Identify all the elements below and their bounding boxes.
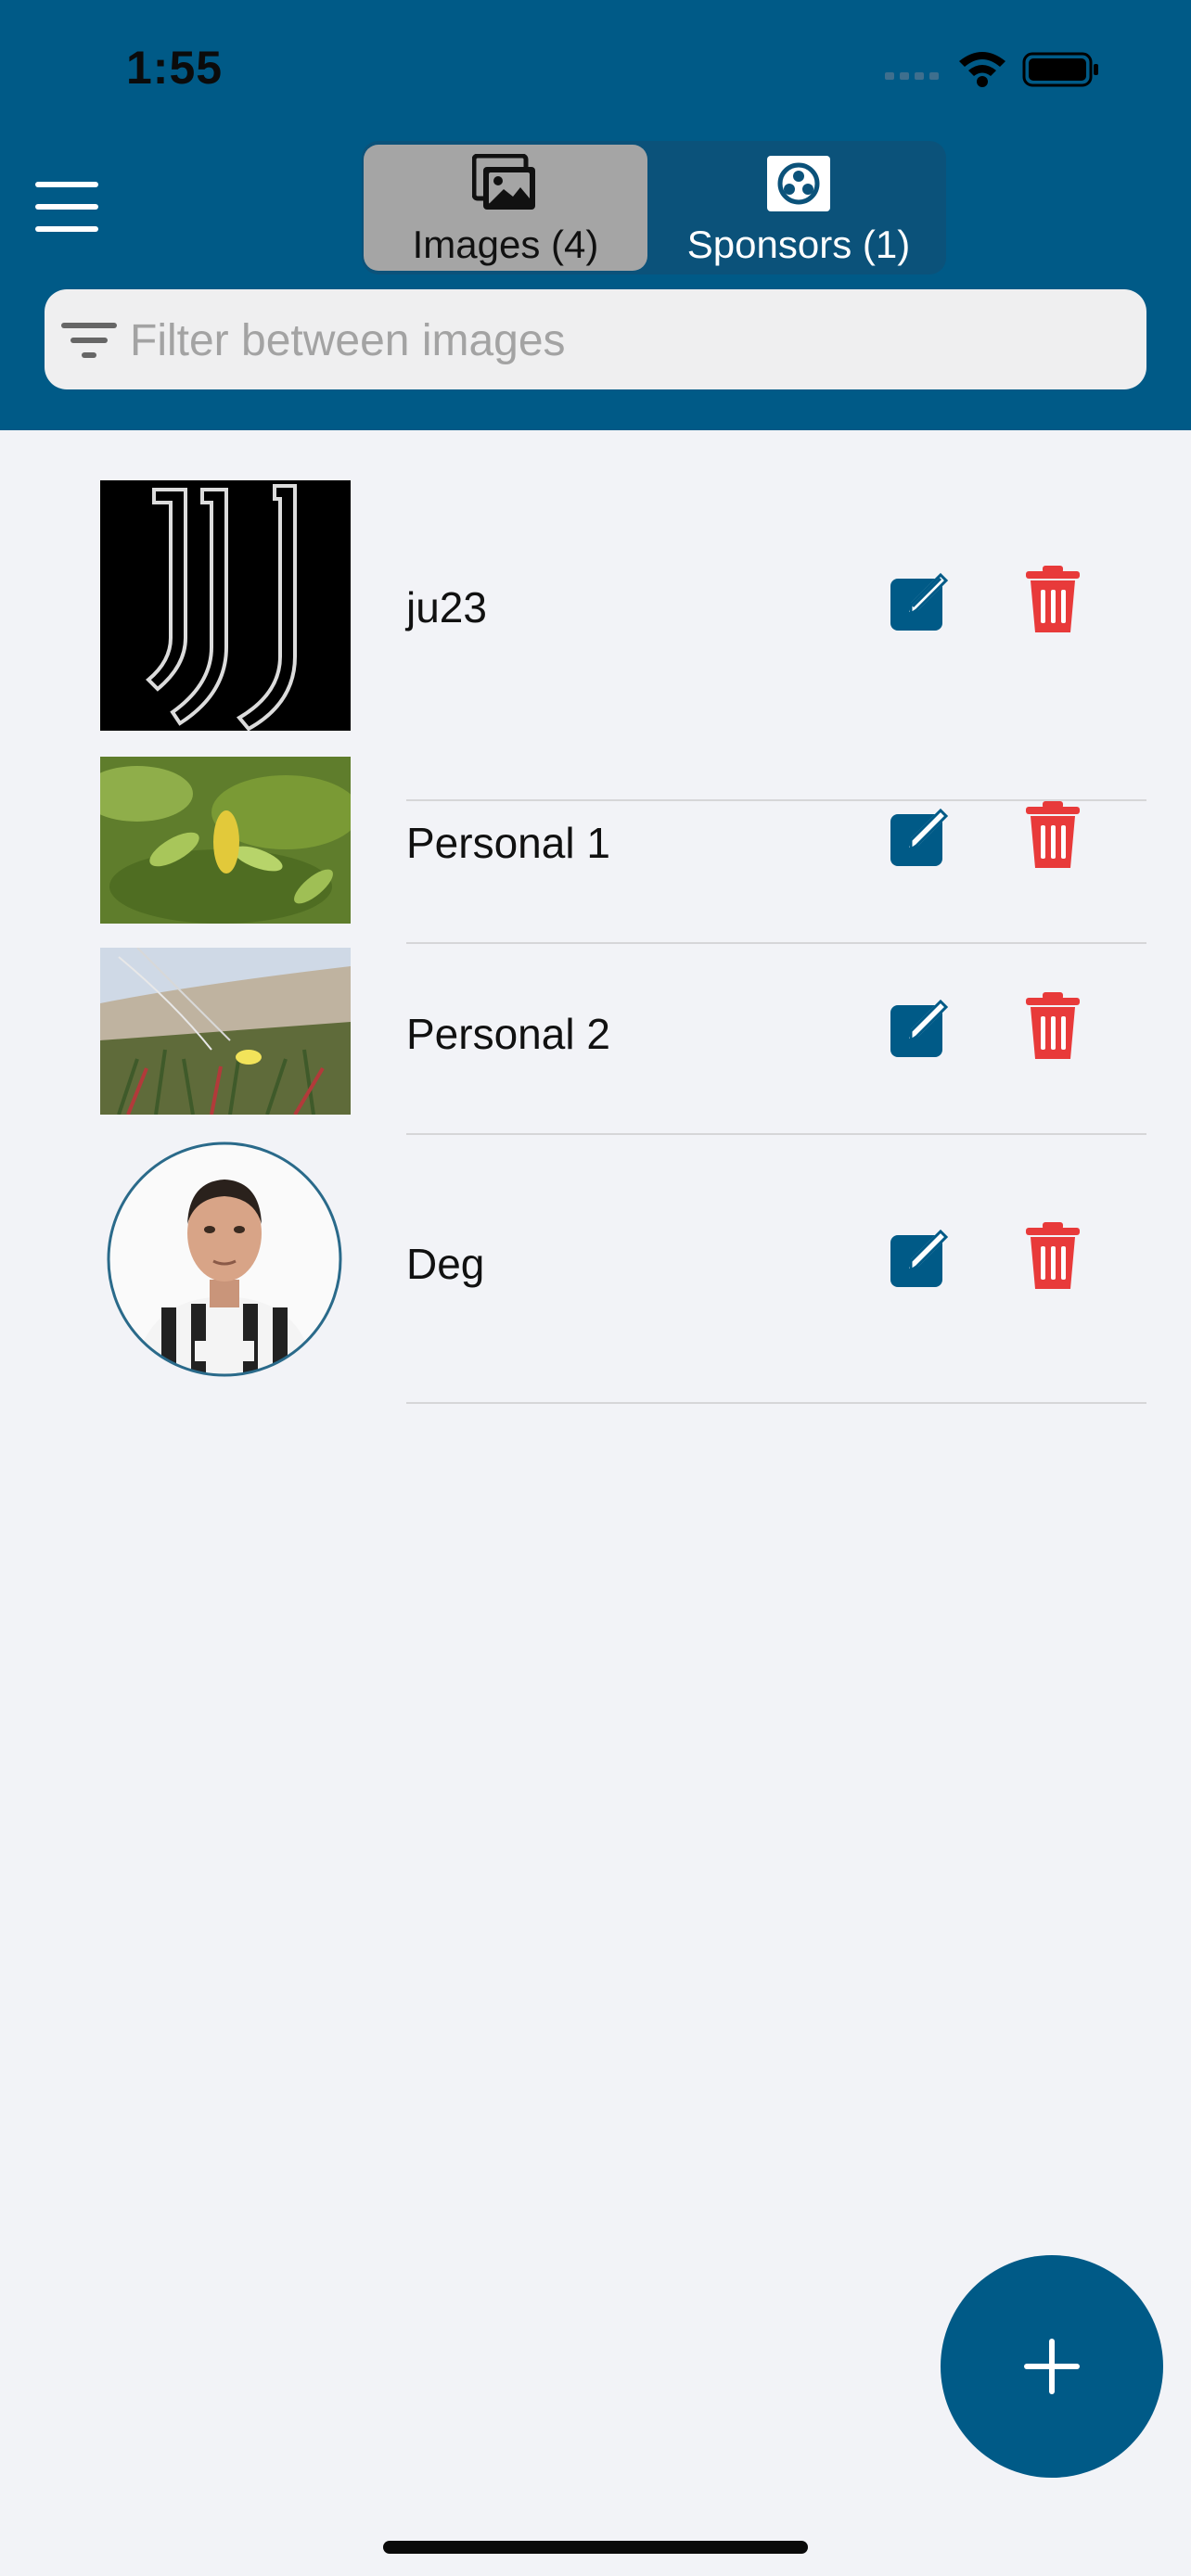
image-thumbnail — [100, 757, 351, 924]
avatar — [107, 1141, 342, 1377]
home-indicator — [383, 2541, 808, 2554]
filter-icon — [61, 323, 117, 358]
edit-icon[interactable] — [889, 805, 952, 868]
list-item[interactable]: ju23 — [0, 480, 1191, 801]
image-thumbnail — [100, 948, 351, 1115]
list-item[interactable]: Deg — [0, 1141, 1191, 1409]
edit-icon[interactable] — [889, 569, 952, 632]
hamburger-line — [35, 182, 98, 187]
battery-icon — [1022, 52, 1098, 87]
list-item[interactable]: Personal 2 — [0, 948, 1191, 1135]
delete-icon[interactable] — [1026, 801, 1080, 868]
hamburger-line — [35, 204, 98, 210]
images-icon — [472, 154, 535, 210]
plus-icon — [1049, 2339, 1055, 2394]
status-icons — [885, 52, 1098, 87]
row-divider — [406, 1133, 1146, 1135]
row-divider — [406, 1402, 1146, 1404]
status-time: 1:55 — [126, 42, 224, 94]
item-name: Deg — [406, 1240, 485, 1288]
item-name: Personal 1 — [406, 819, 610, 867]
item-name: ju23 — [406, 583, 487, 631]
list-item[interactable]: Personal 1 — [0, 757, 1191, 944]
tab-images[interactable]: Images (4) — [364, 145, 647, 271]
filter-input[interactable] — [128, 289, 1133, 391]
item-name: Personal 2 — [406, 1010, 610, 1058]
sponsor-icon — [767, 156, 830, 211]
segmented-control: Images (4) Sponsors (1) — [362, 141, 946, 274]
delete-icon[interactable] — [1026, 566, 1080, 632]
filter-bar — [45, 289, 1146, 391]
add-image-button[interactable] — [941, 2255, 1163, 2478]
tab-sponsors[interactable]: Sponsors (1) — [655, 145, 942, 271]
tab-sponsors-label: Sponsors (1) — [686, 223, 911, 266]
edit-icon[interactable] — [889, 1226, 952, 1289]
wifi-icon — [959, 52, 1005, 87]
hamburger-line — [35, 226, 98, 232]
row-divider — [406, 942, 1146, 944]
tab-images-label: Images (4) — [412, 223, 599, 266]
edit-icon[interactable] — [889, 996, 952, 1059]
delete-icon[interactable] — [1026, 1222, 1080, 1289]
delete-icon[interactable] — [1026, 992, 1080, 1059]
menu-button[interactable] — [33, 182, 102, 236]
image-thumbnail — [100, 480, 351, 731]
app-header: 1:55 Images (4) Sponsors (1) Filter betw… — [0, 0, 1191, 430]
cellular-signal-icon — [885, 72, 939, 80]
